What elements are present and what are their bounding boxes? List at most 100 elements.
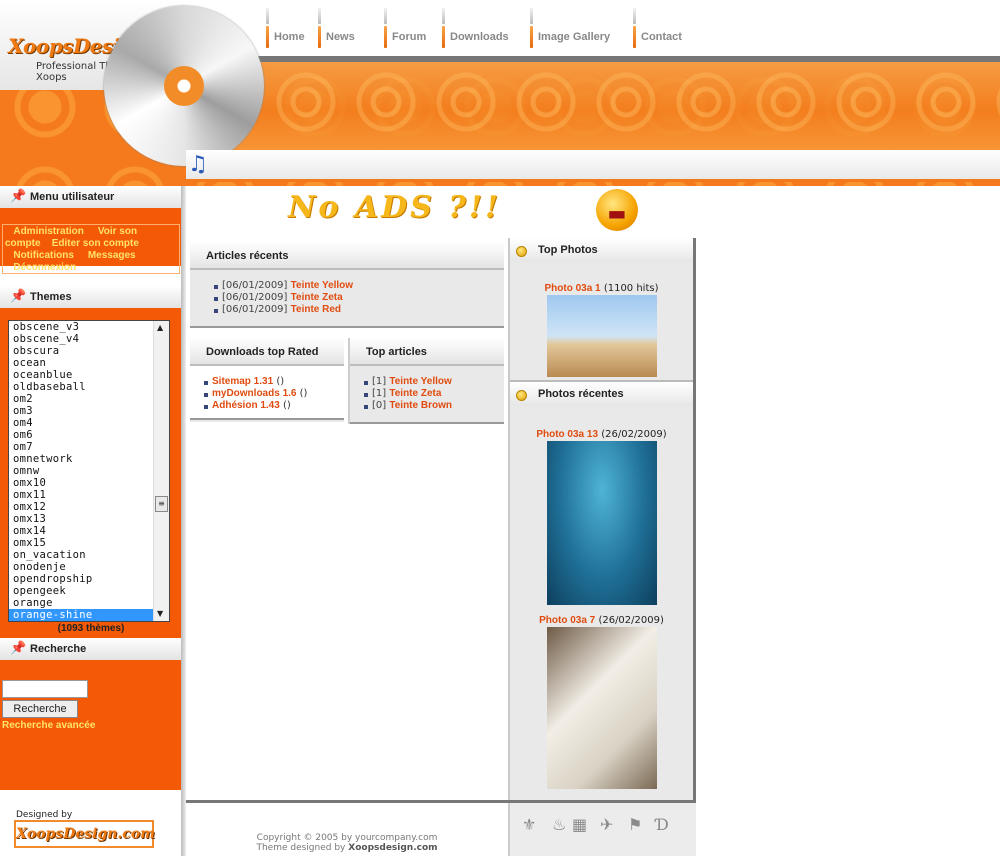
header: XoopsDesign.com Professional Themes for … (0, 0, 1000, 186)
nav-home[interactable]: Home (266, 8, 305, 48)
dolphin-photo[interactable] (546, 441, 657, 605)
themes-title-text: Themes (30, 291, 72, 303)
theme-options: obscene_v3 obscene_v4 obscura ocean oceanblu… (9, 321, 169, 621)
theme-option[interactable]: on_vacation (9, 549, 169, 561)
link-administration[interactable]: Administration (13, 226, 84, 237)
user-menu-title-text: Menu utilisateur (30, 191, 115, 203)
article-link[interactable]: Teinte Yellow (291, 280, 353, 291)
scroll-down-arrow-icon[interactable]: ▼ (157, 609, 163, 619)
link-messages[interactable]: Messages (88, 250, 136, 261)
bullet-icon (516, 390, 527, 401)
theme-option[interactable]: om6 (9, 429, 169, 441)
bullet-icon (516, 246, 527, 257)
article-count: [0] (372, 400, 387, 411)
photo-date: (26/02/2009) (598, 615, 664, 626)
css-badge-icon[interactable]: ▦ (572, 815, 587, 834)
theme-option[interactable]: obscura (9, 345, 169, 357)
list-item: Sitemap 1.31 () (204, 376, 344, 388)
theme-option[interactable]: omx11 (9, 489, 169, 501)
article-link[interactable]: Teinte Zeta (291, 292, 343, 303)
list-item: myDownloads 1.6 () (204, 388, 344, 400)
recent-photos-title: Photos récentes (510, 382, 693, 406)
theme-option[interactable]: ocean (9, 357, 169, 369)
download-link[interactable]: Adhésion 1.43 (212, 400, 280, 411)
recent-photos-body: Photo 03a 13 (26/02/2009) Photo 03a 7 (2… (510, 406, 693, 789)
photo-link[interactable]: Photo 03a 7 (539, 615, 595, 626)
php-badge-icon[interactable]: ♨ (552, 815, 566, 834)
link-editer-son-compte[interactable]: Editer son compte (52, 238, 139, 249)
search-button[interactable]: Recherche (2, 700, 78, 718)
user-menu-block: Administration Voir son compte Editer so… (0, 208, 186, 274)
theme-option[interactable]: om4 (9, 417, 169, 429)
search-input[interactable] (2, 680, 88, 698)
list-item: [1] Teinte Zeta (364, 388, 504, 400)
article-link[interactable]: Teinte Red (291, 304, 341, 315)
theme-option[interactable]: omx12 (9, 501, 169, 513)
theme-option[interactable]: opengeek (9, 585, 169, 597)
theme-option[interactable]: om3 (9, 405, 169, 417)
designer-logo[interactable]: XoopsDesign.com (14, 820, 155, 848)
article-link[interactable]: Teinte Zeta (389, 388, 441, 399)
theme-option[interactable]: om2 (9, 393, 169, 405)
theme-option[interactable]: omnetwork (9, 453, 169, 465)
no-ads-banner: No ADS ?!! ▬ (186, 186, 696, 240)
theme-option[interactable]: omx13 (9, 513, 169, 525)
footer-theme-prefix: Theme designed by (256, 843, 346, 853)
pushpin-icon: 📌 (10, 188, 27, 203)
valid-badge-icon[interactable]: ✈ (600, 815, 613, 834)
footer-copyright: Copyright © 2005 by yourcompany.com (256, 833, 438, 843)
link-notifications[interactable]: Notifications (13, 250, 74, 261)
polar-bear-photo[interactable] (546, 627, 657, 789)
designed-by-block: Designed by XoopsDesign.com (0, 800, 186, 856)
theme-option[interactable]: omx10 (9, 477, 169, 489)
nav-news[interactable]: News (318, 8, 355, 48)
themes-block: obscene_v3 obscene_v4 obscura ocean oceanblu… (0, 308, 186, 638)
article-count: [1] (372, 376, 387, 387)
nav-image-gallery[interactable]: Image Gallery (530, 8, 610, 48)
xoops-badge-icon[interactable]: ⚜ (522, 815, 536, 834)
theme-option[interactable]: orange (9, 597, 169, 609)
top-photos-title: Top Photos (510, 238, 693, 262)
scroll-up-arrow-icon[interactable]: ▲ (157, 323, 163, 333)
header-subbar: ♫ (186, 150, 1000, 182)
camel-photo[interactable] (546, 295, 657, 377)
theme-list-scrollbar[interactable]: ▲ ≡ ▼ (153, 321, 169, 621)
theme-option[interactable]: omx14 (9, 525, 169, 537)
design-badge-icon[interactable]: Ɗ (656, 815, 669, 834)
theme-option[interactable]: onodenje (9, 561, 169, 573)
search-block: Recherche Recherche avancée (0, 660, 186, 790)
download-rating: () (299, 388, 308, 399)
nav-downloads[interactable]: Downloads (442, 8, 509, 48)
theme-option[interactable]: orange-shine (9, 609, 169, 621)
theme-option[interactable]: oceanblue (9, 369, 169, 381)
top-articles-title: Top articles (350, 338, 504, 364)
theme-option[interactable]: obscene_v3 (9, 321, 169, 333)
theme-select-list[interactable]: obscene_v3 obscene_v4 obscura ocean oceanblu… (8, 320, 170, 622)
banner-text: No ADS ?!! (288, 190, 502, 225)
photo-hits: (1100 hits) (603, 283, 659, 294)
photos-column: Top Photos Photo 03a 1 (1100 hits) Photo… (508, 238, 696, 800)
download-link[interactable]: Sitemap 1.31 (212, 376, 273, 387)
photo-link[interactable]: Photo 03a 1 (544, 283, 600, 294)
nav-forum[interactable]: Forum (384, 8, 426, 48)
list-item: [06/01/2009] Teinte Red (214, 304, 504, 316)
theme-option[interactable]: omx15 (9, 537, 169, 549)
theme-option[interactable]: obscene_v4 (9, 333, 169, 345)
photo-link[interactable]: Photo 03a 13 (536, 429, 598, 440)
scroll-thumb[interactable]: ≡ (155, 496, 168, 512)
theme-option[interactable]: om7 (9, 441, 169, 453)
feed-badge-icon[interactable]: ⚑ (628, 815, 642, 834)
nav-contact[interactable]: Contact (633, 8, 682, 48)
theme-option[interactable]: omnw (9, 465, 169, 477)
article-link[interactable]: Teinte Yellow (389, 376, 451, 387)
link-deconnexion[interactable]: Déconnexion (13, 262, 76, 273)
download-link[interactable]: myDownloads 1.6 (212, 388, 296, 399)
download-rating: () (283, 400, 291, 411)
theme-option[interactable]: oldbaseball (9, 381, 169, 393)
article-link[interactable]: Teinte Brown (389, 400, 452, 411)
footer-badges: ⚜ ♨ ▦ ✈ ⚑ Ɗ (508, 803, 696, 856)
theme-option[interactable]: opendropship (9, 573, 169, 585)
advanced-search-link[interactable]: Recherche avancée (2, 720, 186, 731)
photo-caption: Photo 03a 1 (1100 hits) (510, 283, 693, 295)
footer-theme-link[interactable]: Xoopsdesign.com (348, 843, 437, 853)
